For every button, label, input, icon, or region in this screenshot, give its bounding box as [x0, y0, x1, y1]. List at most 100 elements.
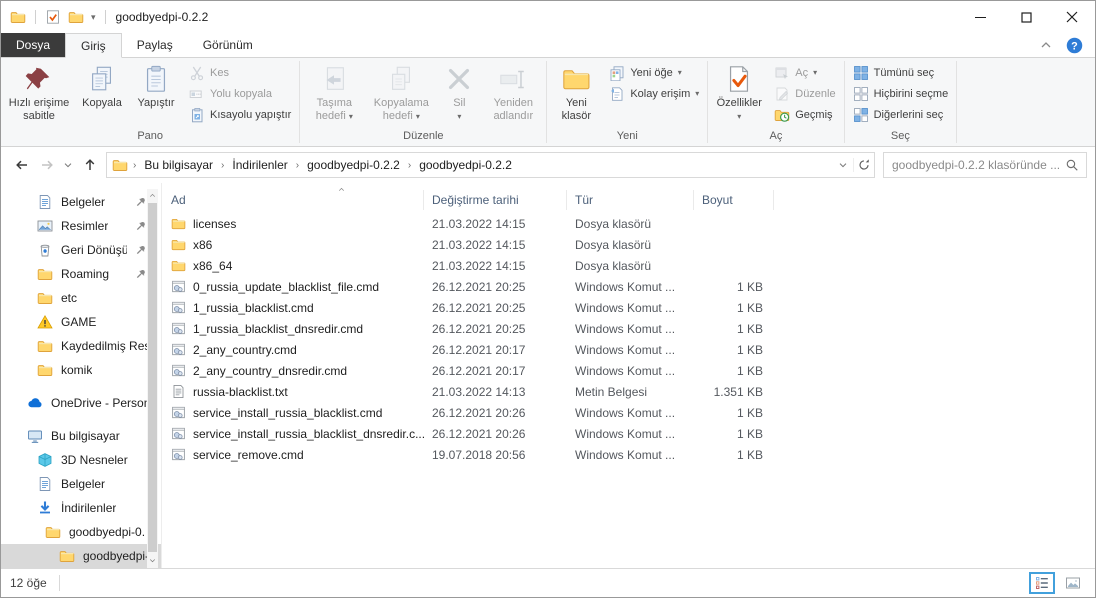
sidebar-item-komik[interactable]: komik: [1, 358, 161, 382]
quick-access-toolbar: ▾: [1, 9, 108, 25]
breadcrumb-downloads[interactable]: İndirilenler: [225, 158, 294, 172]
file-row[interactable]: service_install_russia_blacklist.cmd 26.…: [162, 402, 1095, 423]
customize-toolbar-caret-icon[interactable]: ▾: [91, 12, 96, 22]
new-folder-button[interactable]: Yeni klasör: [549, 62, 603, 125]
breadcrumb-this-pc[interactable]: Bu bilgisayar: [137, 158, 220, 172]
column-header-name[interactable]: Ad: [162, 190, 424, 210]
address-history-caret-icon[interactable]: [833, 159, 853, 171]
sidebar-scrollbar[interactable]: [147, 189, 158, 568]
paste-button[interactable]: Yapıştır: [129, 62, 183, 112]
search-icon[interactable]: [1065, 158, 1079, 172]
breadcrumb-folder-parent[interactable]: goodbyedpi-0.2.2: [300, 158, 407, 172]
copy-path-button[interactable]: Yolu kopyala: [189, 84, 291, 103]
file-row[interactable]: 2_any_country_dnsredir.cmd 26.12.2021 20…: [162, 360, 1095, 381]
refresh-icon[interactable]: [853, 158, 874, 172]
breadcrumb-folder-current[interactable]: goodbyedpi-0.2.2: [412, 158, 519, 172]
sidebar-item-this-pc[interactable]: Bu bilgisayar: [1, 424, 161, 448]
minimize-button[interactable]: [957, 1, 1003, 33]
sidebar-item-goodbyedpi-current[interactable]: goodbyedpi-: [1, 544, 161, 568]
cmd-file-icon: [171, 447, 186, 462]
sidebar-item-documents[interactable]: Belgeler: [1, 472, 161, 496]
copy-to-button[interactable]: Kopyalama hedefi ▾: [366, 62, 436, 125]
file-row[interactable]: 2_any_country.cmd 26.12.2021 20:17 Windo…: [162, 339, 1095, 360]
thumbnails-view-button[interactable]: [1060, 572, 1086, 594]
file-row[interactable]: service_remove.cmd 19.07.2018 20:56 Wind…: [162, 444, 1095, 465]
sidebar-item-goodbyedpi-parent[interactable]: goodbyedpi-0.: [1, 520, 161, 544]
file-row[interactable]: service_install_russia_blacklist_dnsredi…: [162, 423, 1095, 444]
help-icon[interactable]: [1066, 37, 1083, 54]
sidebar-item-saved-pictures[interactable]: Kaydedilmiş Res: [1, 334, 161, 358]
sidebar-item-game[interactable]: GAME: [1, 310, 161, 334]
column-header-date-modified[interactable]: Değiştirme tarihi: [424, 190, 567, 210]
copy-button[interactable]: Kopyala: [75, 62, 129, 112]
history-button[interactable]: Geçmiş: [774, 105, 835, 124]
open-button[interactable]: Aç ▾: [774, 63, 835, 82]
cmd-file-icon: [171, 405, 186, 420]
column-header-type[interactable]: Tür: [567, 190, 694, 210]
tab-home[interactable]: Giriş: [65, 33, 122, 58]
sidebar-item-3d-objects[interactable]: 3D Nesneler: [1, 448, 161, 472]
window-title: goodbyedpi-0.2.2: [115, 10, 209, 24]
column-header-size[interactable]: Boyut: [694, 190, 774, 210]
folder-icon: [45, 524, 61, 540]
properties-quick-icon[interactable]: [45, 9, 61, 25]
select-all-button[interactable]: Tümünü seç: [853, 63, 949, 82]
new-item-button[interactable]: Yeni öğe ▾: [609, 63, 699, 82]
copy-path-icon: [189, 86, 205, 102]
back-button[interactable]: [9, 153, 34, 177]
recycle-bin-icon: [37, 242, 53, 258]
download-arrow-icon: [37, 500, 53, 516]
file-row[interactable]: licenses 21.03.2022 14:15 Dosya klasörü: [162, 213, 1095, 234]
maximize-button[interactable]: [1003, 1, 1049, 33]
group-label-clipboard: Pano: [137, 130, 164, 142]
move-to-button[interactable]: Taşıma hedefi ▾: [302, 62, 366, 125]
easy-access-button[interactable]: Kolay erişim ▾: [609, 84, 699, 103]
cut-button[interactable]: Kes: [189, 63, 291, 82]
invert-selection-button[interactable]: Diğerlerini seç: [853, 105, 949, 124]
sidebar-item-documents-pinned[interactable]: Belgeler: [1, 190, 161, 214]
tab-file-menu[interactable]: Dosya: [1, 33, 66, 57]
sidebar-item-roaming[interactable]: Roaming: [1, 262, 161, 286]
sidebar-item-downloads[interactable]: İndirilenler: [1, 496, 161, 520]
paste-shortcut-button[interactable]: Kısayolu yapıştır: [189, 105, 291, 124]
invert-selection-icon: [853, 107, 869, 123]
edit-button[interactable]: Düzenle: [774, 84, 836, 103]
scroll-down-icon[interactable]: [147, 554, 158, 566]
select-none-icon: [853, 86, 869, 102]
sort-ascending-icon: [336, 185, 347, 194]
file-row[interactable]: x86_64 21.03.2022 14:15 Dosya klasörü: [162, 255, 1095, 276]
forward-button[interactable]: [34, 153, 59, 177]
collapse-ribbon-icon[interactable]: [1038, 37, 1054, 53]
scroll-up-icon[interactable]: [147, 189, 158, 201]
group-label-open: Aç: [769, 130, 783, 142]
select-none-button[interactable]: Hiçbirini seçme: [853, 84, 948, 103]
details-view-button[interactable]: [1029, 572, 1055, 594]
divider: [1, 415, 161, 424]
file-row[interactable]: x86 21.03.2022 14:15 Dosya klasörü: [162, 234, 1095, 255]
new-folder-quick-icon[interactable]: [68, 9, 84, 25]
sidebar-item-onedrive[interactable]: OneDrive - Person: [1, 391, 161, 415]
pin-to-quick-access-button[interactable]: Hızlı erişime sabitle: [3, 62, 75, 125]
search-box: [883, 152, 1087, 178]
file-row[interactable]: 0_russia_update_blacklist_file.cmd 26.12…: [162, 276, 1095, 297]
scrollbar-thumb[interactable]: [148, 203, 157, 552]
sidebar-item-recycle-bin[interactable]: Geri Dönüşür: [1, 238, 161, 262]
address-bar[interactable]: › Bu bilgisayar › İndirilenler › goodbye…: [106, 152, 875, 178]
tab-share[interactable]: Paylaş: [122, 33, 188, 57]
properties-button[interactable]: Özellikler ▾: [710, 62, 768, 123]
file-row[interactable]: 1_russia_blacklist_dnsredir.cmd 26.12.20…: [162, 318, 1095, 339]
close-button[interactable]: [1049, 1, 1095, 33]
sidebar-item-pictures-pinned[interactable]: Resimler: [1, 214, 161, 238]
up-button[interactable]: [77, 153, 102, 177]
copy-icon: [87, 64, 117, 94]
file-row[interactable]: 1_russia_blacklist.cmd 26.12.2021 20:25 …: [162, 297, 1095, 318]
search-input[interactable]: [884, 158, 1063, 172]
file-row[interactable]: russia-blacklist.txt 21.03.2022 14:13 Me…: [162, 381, 1095, 402]
sidebar-item-etc[interactable]: etc: [1, 286, 161, 310]
rename-button[interactable]: Yeniden adlandır: [482, 62, 544, 125]
dropdown-caret-icon: ▾: [348, 111, 353, 121]
delete-button[interactable]: Sil ▾: [436, 62, 482, 123]
recent-locations-caret-icon[interactable]: [59, 153, 77, 177]
tab-view[interactable]: Görünüm: [188, 33, 268, 57]
dropdown-caret-icon: ▾: [737, 111, 742, 121]
